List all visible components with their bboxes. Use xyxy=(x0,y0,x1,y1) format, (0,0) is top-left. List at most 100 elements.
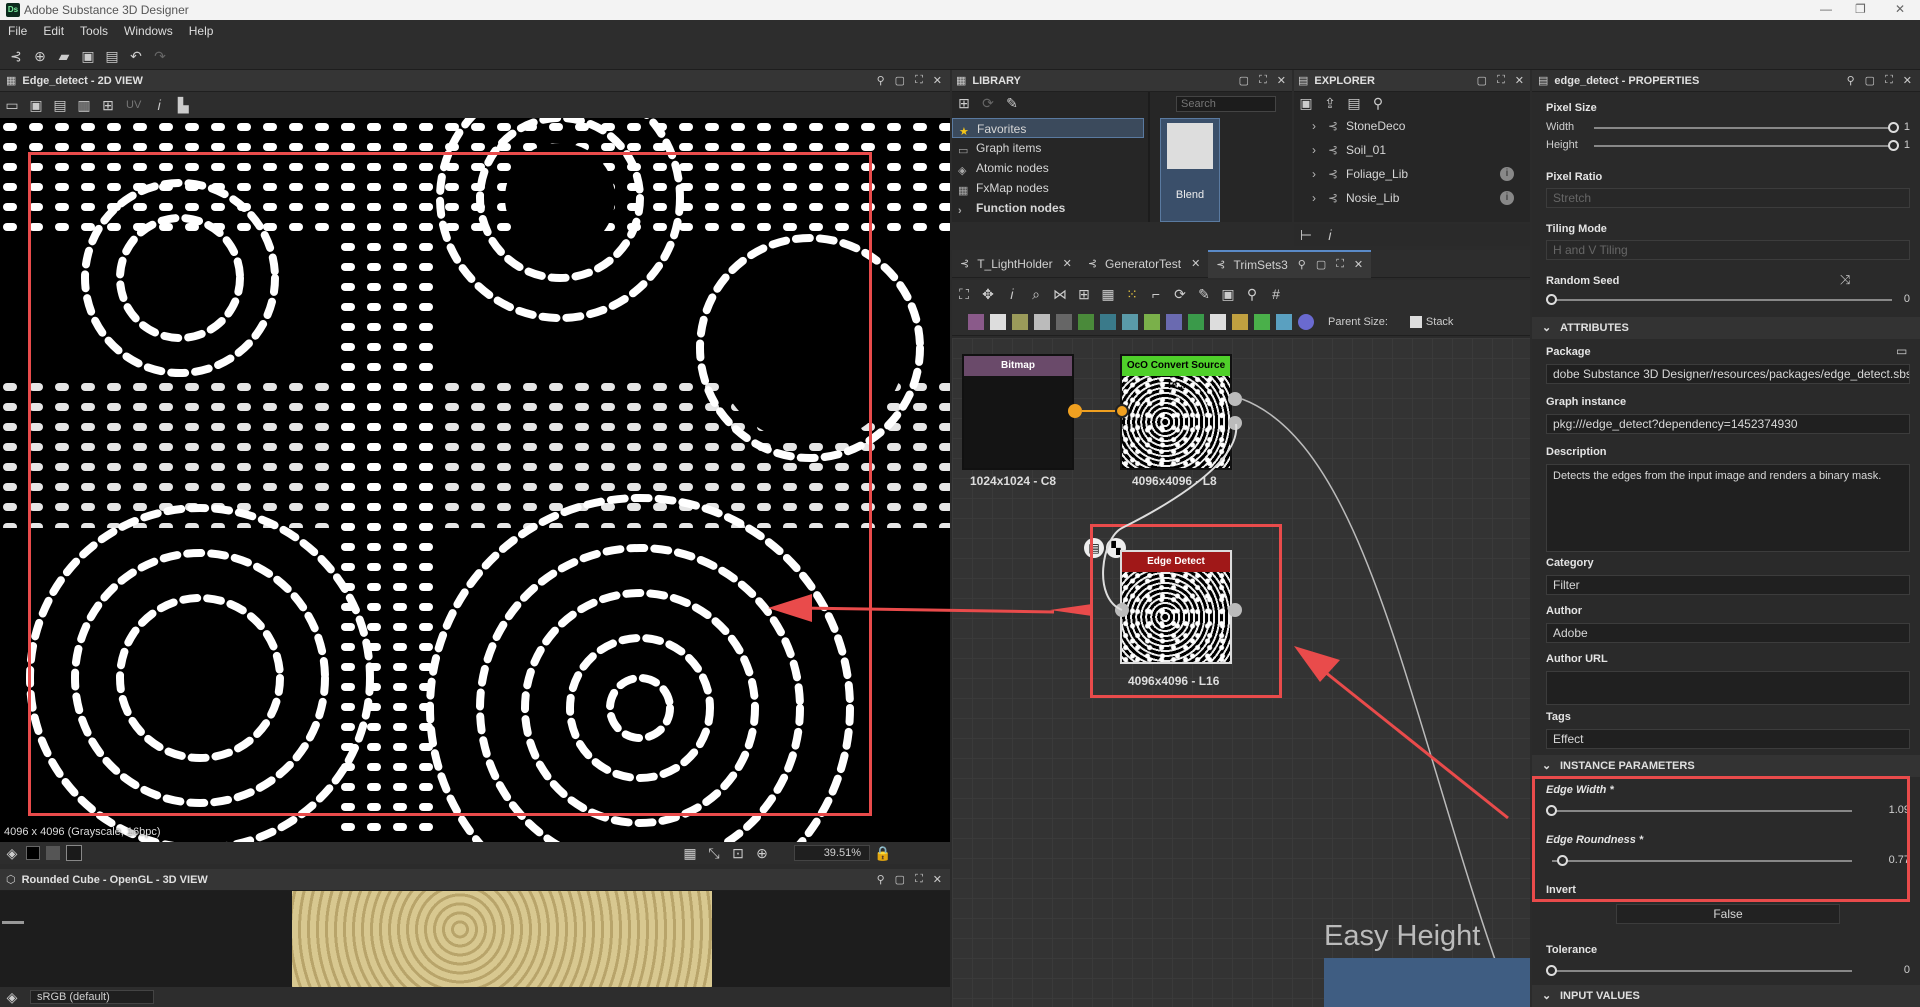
layers-icon[interactable]: ◈ xyxy=(4,845,20,861)
reroute-icon[interactable]: ⌐ xyxy=(1148,286,1164,302)
info-icon[interactable]: 𝑖 xyxy=(151,97,167,113)
description-field[interactable]: Detects the edges from the input image a… xyxy=(1546,464,1910,552)
tab-max-icon[interactable]: ⛶ xyxy=(1336,258,1344,271)
explorer-float-icon[interactable]: ▢ xyxy=(1477,74,1487,87)
view2d-canvas[interactable] xyxy=(0,118,950,842)
levels-node-icon[interactable] xyxy=(1100,313,1116,330)
distance-node-icon[interactable] xyxy=(1188,313,1204,330)
explorer-item-soil[interactable]: › ⊰ Soil_01 xyxy=(1294,138,1530,162)
float-icon-3d[interactable]: ▢ xyxy=(895,873,905,886)
random-seed-value[interactable]: 0 xyxy=(1894,293,1910,305)
menu-file[interactable]: File xyxy=(0,20,35,42)
checker-icon[interactable] xyxy=(66,845,82,861)
view3d-canvas[interactable] xyxy=(0,891,950,987)
layers-icon-3d[interactable]: ◈ xyxy=(4,989,20,1005)
random-seed-track[interactable] xyxy=(1552,299,1892,301)
undo-icon[interactable]: ↶ xyxy=(128,48,144,64)
maximize-icon[interactable]: ⛶ xyxy=(915,74,923,87)
menu-edit[interactable]: Edit xyxy=(35,20,72,42)
category-field[interactable]: Filter xyxy=(1546,575,1910,595)
export-icon[interactable]: ▥ xyxy=(76,97,92,113)
explorer-item-nosie[interactable]: › ⊰ Nosie_Lib i xyxy=(1294,186,1530,210)
explorer-item-stonedeco[interactable]: › ⊰ StoneDeco xyxy=(1294,114,1530,138)
properties-pin-icon[interactable]: ⚲ xyxy=(1847,74,1855,87)
align-icon[interactable]: ⋈ xyxy=(1052,286,1068,302)
explorer-info-icon[interactable]: 𝑖 xyxy=(1322,227,1338,243)
uv-label[interactable]: UV xyxy=(126,99,141,111)
close-panel-icon-3d[interactable]: ✕ xyxy=(933,873,942,886)
tags-field[interactable]: Effect xyxy=(1546,729,1910,749)
input-values-section-header[interactable]: ⌄ INPUT VALUES xyxy=(1532,985,1920,1007)
frame-easy-height-label[interactable]: Easy Height xyxy=(1324,920,1530,960)
camera-icon[interactable] xyxy=(2,921,24,924)
tab-t-lightholder[interactable]: ⊰ T_LightHolder ✕ xyxy=(952,250,1080,278)
library-refresh-icon[interactable]: ⟳ xyxy=(980,95,996,111)
gradient-node-icon[interactable] xyxy=(1144,313,1160,330)
close-panel-icon[interactable]: ✕ xyxy=(933,74,942,87)
parent-size-label[interactable]: Parent Size: xyxy=(1328,316,1388,328)
wrench-icon[interactable]: ✎ xyxy=(1196,286,1212,302)
zoom-icon[interactable]: ⌕ xyxy=(1028,286,1044,302)
properties-float-icon[interactable]: ▢ xyxy=(1865,74,1875,87)
histogram-icon[interactable]: ▙ xyxy=(175,97,191,113)
width-slider-track[interactable] xyxy=(1594,127,1894,129)
gradient-map-icon[interactable] xyxy=(1298,313,1314,330)
menu-windows[interactable]: Windows xyxy=(116,20,181,42)
graph-canvas[interactable]: Bitmap 1024x1024 - C8 OcO Convert Source… xyxy=(952,338,1530,1007)
save-icon[interactable]: ▣ xyxy=(80,48,96,64)
normal-node-icon[interactable] xyxy=(1254,313,1270,330)
package-field[interactable]: dobe Substance 3D Designer/resources/pac… xyxy=(1546,364,1910,384)
colorspace-select[interactable]: sRGB (default) xyxy=(30,990,154,1004)
library-item-fxmap-nodes[interactable]: ▦ FxMap nodes xyxy=(952,178,1144,198)
menu-tools[interactable]: Tools xyxy=(72,20,116,42)
height-value[interactable]: 1 xyxy=(1894,139,1910,151)
bg-gray-swatch[interactable] xyxy=(46,846,60,860)
height-slider-track[interactable] xyxy=(1594,145,1894,147)
zoom-field[interactable]: 39.51% xyxy=(794,845,870,861)
folder-icon[interactable]: ▭ xyxy=(1896,344,1907,358)
grid-snap-icon[interactable]: # xyxy=(1268,286,1284,302)
fit-icon[interactable]: ▭ xyxy=(4,97,20,113)
pin-icon-3d[interactable]: ⚲ xyxy=(877,873,885,886)
channels-icon[interactable]: ⊞ xyxy=(100,97,116,113)
instance-params-section-header[interactable]: ⌄ INSTANCE PARAMETERS xyxy=(1532,755,1920,777)
tiling-mode-select[interactable]: H and V Tiling xyxy=(1546,240,1910,260)
new-package-icon[interactable]: ⊕ xyxy=(32,48,48,64)
invert-select[interactable]: False xyxy=(1616,904,1840,924)
blend-node-icon[interactable] xyxy=(1034,313,1050,330)
fit-view-icon[interactable]: ⊡ xyxy=(730,845,746,861)
restore-icon[interactable]: ❐ xyxy=(1855,2,1866,16)
frame-icon[interactable]: ⛶ xyxy=(956,286,972,302)
tab-generatortest[interactable]: ⊰ GeneratorTest ✕ xyxy=(1080,250,1208,278)
explorer-clean-icon[interactable]: ⚲ xyxy=(1370,95,1386,111)
library-item-function-nodes[interactable]: › Function nodes xyxy=(952,198,1144,218)
new-graph-icon[interactable]: ⊰ xyxy=(8,48,24,64)
tab-close-icon[interactable]: ✕ xyxy=(1063,257,1072,270)
tab-trimsets3[interactable]: ⊰ TrimSets3 ⚲ ▢ ⛶ ✕ xyxy=(1208,249,1372,278)
connect-icon[interactable]: ⁙ xyxy=(1124,286,1140,302)
pan-icon[interactable]: ✥ xyxy=(980,286,996,302)
random-seed-knob[interactable] xyxy=(1546,294,1557,305)
library-item-graph-items[interactable]: ▭ Graph items xyxy=(952,138,1144,158)
explorer-export-icon[interactable]: ⇪ xyxy=(1322,95,1338,111)
bitmap-node-icon[interactable] xyxy=(968,313,984,330)
hierarchy-icon[interactable]: ⊢ xyxy=(1298,227,1314,243)
library-splitter[interactable] xyxy=(1148,92,1150,222)
shuffle-icon[interactable]: ⤨ xyxy=(1840,272,1850,288)
properties-close-icon[interactable]: ✕ xyxy=(1903,74,1912,87)
tab-close-icon[interactable]: ✕ xyxy=(1191,257,1200,270)
graph-instance-field[interactable]: pkg:///edge_detect?dependency=1452374930 xyxy=(1546,414,1910,434)
tile-icon[interactable]: ⤡ xyxy=(706,845,722,861)
tile-node-icon[interactable] xyxy=(1210,313,1226,330)
minimize-icon[interactable]: — xyxy=(1820,2,1832,16)
library-add-icon[interactable]: ⊞ xyxy=(956,95,972,111)
tolerance-value[interactable]: 0 xyxy=(1862,964,1910,976)
grid-icon[interactable]: ▦ xyxy=(682,845,698,861)
library-float-icon[interactable]: ▢ xyxy=(1239,74,1249,87)
pixel-ratio-select[interactable]: Stretch xyxy=(1546,188,1910,208)
library-close-icon[interactable]: ✕ xyxy=(1277,74,1286,87)
width-value[interactable]: 1 xyxy=(1894,121,1910,133)
author-field[interactable]: Adobe xyxy=(1546,623,1910,643)
library-item-atomic-nodes[interactable]: ◈ Atomic nodes xyxy=(952,158,1144,178)
library-item-favorites[interactable]: ★ Favorites xyxy=(952,118,1144,138)
